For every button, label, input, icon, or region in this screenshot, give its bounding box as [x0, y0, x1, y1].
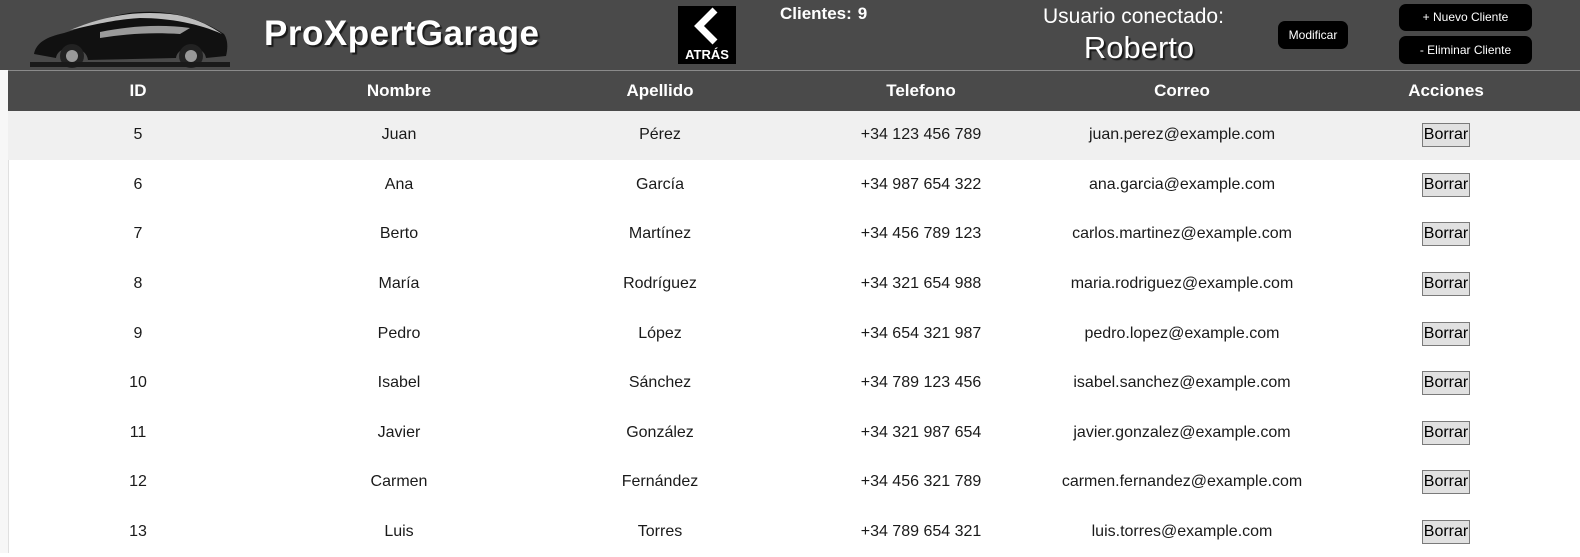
delete-row-button[interactable]: Borrar	[1421, 172, 1471, 197]
cell-correo: maria.rodriguez@example.com	[1070, 275, 1294, 293]
cell-telefono: +34 456 321 789	[860, 473, 982, 491]
cell-apellido: Rodríguez	[623, 275, 697, 293]
cell-acciones: Borrar	[1312, 111, 1580, 161]
cell-acciones: Borrar	[1312, 160, 1580, 210]
cell-acciones: Borrar	[1312, 458, 1580, 508]
cell-correo: javier.gonzalez@example.com	[1073, 423, 1291, 441]
table-row[interactable]: 9 Pedro López +34 654 321 987 pedro.lope…	[8, 309, 1580, 359]
cell-telefono: +34 321 654 988	[860, 275, 982, 293]
new-client-button[interactable]: + Nuevo Cliente	[1399, 4, 1532, 31]
back-button[interactable]: ATRÁS	[678, 6, 736, 64]
delete-row-button[interactable]: Borrar	[1421, 222, 1471, 247]
chevron-left-icon	[694, 7, 718, 45]
table-row[interactable]: 11 Javier González +34 321 987 654 javie…	[8, 408, 1580, 458]
app-title: ProXpertGarage	[264, 14, 540, 53]
cell-id: 7	[133, 225, 143, 243]
clients-count-value: 9	[857, 4, 868, 23]
cell-apellido: Sánchez	[628, 374, 692, 392]
column-header-telefono: Telefono	[886, 80, 956, 100]
cell-id: 9	[133, 324, 143, 342]
delete-row-button[interactable]: Borrar	[1421, 420, 1471, 445]
cell-correo: isabel.sanchez@example.com	[1073, 374, 1291, 392]
cell-telefono: +34 987 654 322	[860, 175, 982, 193]
cell-apellido: Pérez	[639, 126, 681, 144]
table-row[interactable]: 13 Luis Torres +34 789 654 321 luis.torr…	[8, 507, 1580, 557]
cell-apellido: García	[635, 175, 684, 193]
delete-row-button[interactable]: Borrar	[1421, 371, 1471, 396]
cell-nombre: Javier	[377, 423, 421, 441]
cell-telefono: +34 654 321 987	[860, 324, 982, 342]
cell-acciones: Borrar	[1312, 358, 1580, 408]
table-row[interactable]: 12 Carmen Fernández +34 456 321 789 carm…	[8, 458, 1580, 508]
user-label: Usuario conectado:	[1043, 5, 1224, 28]
cell-id: 8	[133, 275, 143, 293]
cell-correo: carlos.martinez@example.com	[1072, 225, 1292, 243]
cell-correo: juan.perez@example.com	[1088, 126, 1276, 144]
cell-acciones: Borrar	[1312, 309, 1580, 359]
car-logo-icon	[30, 11, 230, 68]
cell-correo: pedro.lopez@example.com	[1084, 324, 1280, 342]
table-header-row: ID Nombre Apellido Telefono Correo Accio…	[8, 70, 1580, 111]
cell-id: 13	[129, 523, 147, 541]
cell-apellido: Fernández	[621, 473, 699, 491]
column-header-id: ID	[129, 80, 147, 100]
cell-telefono: +34 789 654 321	[860, 523, 982, 541]
cell-nombre: Isabel	[377, 374, 421, 392]
cell-correo: luis.torres@example.com	[1091, 523, 1273, 541]
column-header-nombre: Nombre	[366, 80, 432, 100]
cell-acciones: Borrar	[1312, 259, 1580, 309]
table-row[interactable]: 8 María Rodríguez +34 321 654 988 maria.…	[8, 259, 1580, 309]
cell-nombre: María	[378, 275, 420, 293]
table-row[interactable]: 6 Ana García +34 987 654 322 ana.garcia@…	[8, 160, 1580, 210]
cell-apellido: Martínez	[628, 225, 692, 243]
user-name: Roberto	[1083, 30, 1195, 65]
cell-apellido: Torres	[637, 523, 683, 541]
cell-nombre: Carmen	[370, 473, 428, 491]
delete-row-button[interactable]: Borrar	[1421, 321, 1471, 346]
cell-apellido: González	[626, 423, 694, 441]
cell-correo: ana.garcia@example.com	[1088, 175, 1276, 193]
column-header-correo: Correo	[1154, 80, 1210, 100]
cell-telefono: +34 123 456 789	[860, 126, 982, 144]
delete-client-button[interactable]: - Eliminar Cliente	[1399, 36, 1532, 64]
cell-correo: carmen.fernandez@example.com	[1061, 473, 1303, 491]
cell-nombre: Luis	[384, 523, 414, 541]
cell-id: 5	[133, 126, 143, 144]
modify-button[interactable]: Modificar	[1278, 21, 1348, 49]
delete-row-button[interactable]: Borrar	[1421, 123, 1471, 148]
clients-label: Clientes:	[780, 4, 852, 23]
cell-id: 11	[129, 423, 147, 441]
cell-telefono: +34 789 123 456	[860, 374, 982, 392]
cell-acciones: Borrar	[1312, 507, 1580, 557]
cell-nombre: Berto	[379, 225, 419, 243]
cell-id: 12	[129, 473, 147, 491]
column-header-acciones: Acciones	[1408, 80, 1484, 100]
cell-nombre: Juan	[381, 126, 417, 144]
delete-row-button[interactable]: Borrar	[1421, 272, 1471, 297]
delete-row-button[interactable]: Borrar	[1421, 520, 1471, 545]
back-label: ATRÁS	[685, 47, 729, 62]
clients-table: ID Nombre Apellido Telefono Correo Accio…	[8, 70, 1580, 557]
column-header-apellido: Apellido	[626, 80, 694, 100]
cell-id: 6	[133, 175, 143, 193]
table-row[interactable]: 10 Isabel Sánchez +34 789 123 456 isabel…	[8, 358, 1580, 408]
cell-nombre: Pedro	[377, 324, 421, 342]
cell-apellido: López	[638, 324, 682, 342]
delete-row-button[interactable]: Borrar	[1421, 470, 1471, 495]
cell-telefono: +34 321 987 654	[860, 423, 982, 441]
clients-count: Clientes: 9	[780, 4, 867, 24]
cell-telefono: +34 456 789 123	[860, 225, 982, 243]
cell-acciones: Borrar	[1312, 408, 1580, 458]
cell-acciones: Borrar	[1312, 210, 1580, 260]
header-bar: ProXpertGarage ATRÁS Clientes: 9 Usuario …	[0, 0, 1580, 70]
table-row[interactable]: 5 Juan Pérez +34 123 456 789 juan.perez@…	[8, 110, 1580, 161]
cell-nombre: Ana	[384, 175, 414, 193]
cell-id: 10	[129, 374, 147, 392]
table-row[interactable]: 7 Berto Martínez +34 456 789 123 carlos.…	[8, 210, 1580, 260]
